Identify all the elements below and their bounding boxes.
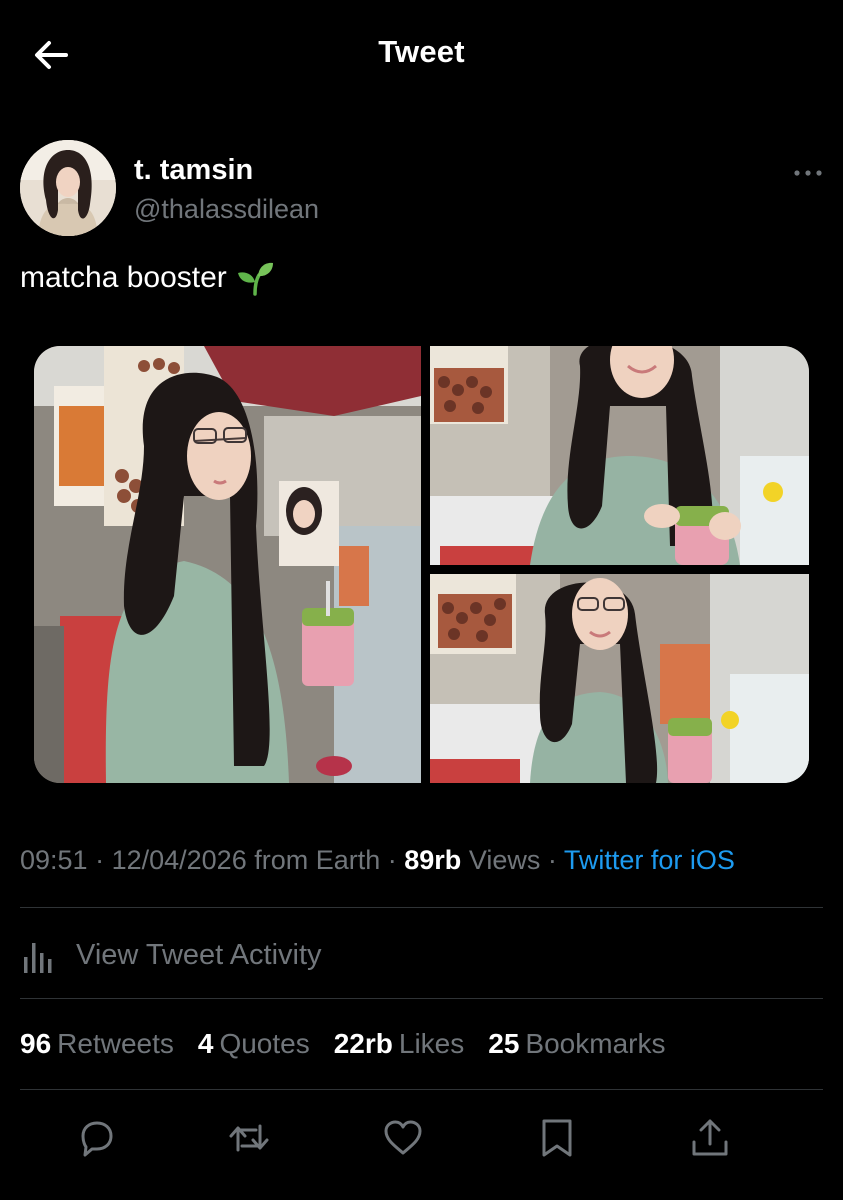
user-handle[interactable]: @thalassdilean xyxy=(134,194,319,225)
views-label: Views xyxy=(461,845,541,875)
client-link[interactable]: Twitter for iOS xyxy=(564,845,735,875)
display-name[interactable]: t. tamsin xyxy=(134,154,253,187)
bar-chart-icon xyxy=(24,943,52,973)
retweets-label: Retweets xyxy=(57,1028,174,1059)
quotes-label: Quotes xyxy=(219,1028,310,1059)
top-bar: Tweet xyxy=(0,0,843,108)
meta-separator: · xyxy=(540,845,564,875)
share-icon xyxy=(692,1119,728,1156)
views-count: 89rb xyxy=(404,845,462,875)
quotes-stat[interactable]: 4 Quotes xyxy=(198,1028,310,1060)
tweet-meta: 09:51 · 12/04/2026 from Earth · 89rb Vie… xyxy=(20,845,735,876)
tweet-author: t. tamsin @thalassdilean xyxy=(20,140,823,240)
likes-label: Likes xyxy=(398,1028,465,1059)
meta-separator: · xyxy=(380,845,405,875)
view-tweet-activity-label: View Tweet Activity xyxy=(76,938,322,971)
view-tweet-activity-button[interactable]: View Tweet Activity xyxy=(20,930,322,980)
likes-count: 22rb xyxy=(333,1028,393,1059)
page-title: Tweet xyxy=(378,34,465,69)
quotes-count: 4 xyxy=(197,1028,214,1059)
tweet-time: 09:51 xyxy=(20,845,88,875)
bookmarks-label: Bookmarks xyxy=(525,1028,666,1059)
avatar-photo xyxy=(20,140,116,236)
tweet-date: 12/04/2026 xyxy=(111,845,247,875)
photo-2[interactable] xyxy=(430,346,809,565)
reply-icon xyxy=(81,1121,113,1157)
likes-stat[interactable]: 22rb Likes xyxy=(334,1028,465,1060)
divider xyxy=(20,907,823,908)
meta-separator: · xyxy=(87,845,112,875)
bookmarks-stat[interactable]: 25 Bookmarks xyxy=(488,1028,665,1060)
divider xyxy=(20,998,823,999)
tweet-location: from Earth xyxy=(246,845,381,875)
bookmark-icon xyxy=(542,1119,572,1157)
divider xyxy=(20,1089,823,1090)
tweet-stats: 96 Retweets 4 Quotes 22rb Likes 25 Bookmarks xyxy=(20,1028,689,1060)
tweet-text-content: matcha booster xyxy=(20,261,227,294)
bookmarks-count: 25 xyxy=(488,1028,520,1059)
retweet-icon xyxy=(229,1124,269,1152)
bookmark-button[interactable] xyxy=(535,1116,579,1160)
more-horizontal-icon xyxy=(794,170,822,176)
tweet-detail-page: Tweet t. tamsin @thalassdilean matcha bo… xyxy=(0,0,843,1200)
like-button[interactable] xyxy=(381,1116,425,1160)
photo-3[interactable] xyxy=(430,574,809,783)
reply-button[interactable] xyxy=(74,1116,118,1160)
share-button[interactable] xyxy=(688,1116,732,1160)
retweets-count: 96 xyxy=(20,1028,52,1059)
retweet-button[interactable] xyxy=(227,1116,271,1160)
seedling-emoji xyxy=(237,262,273,296)
photo-1[interactable] xyxy=(34,346,421,783)
retweets-stat[interactable]: 96 Retweets xyxy=(20,1028,174,1060)
action-bar xyxy=(0,1112,843,1172)
tweet-text: matcha booster xyxy=(20,258,275,298)
avatar[interactable] xyxy=(20,140,116,236)
like-icon xyxy=(384,1120,422,1155)
more-button[interactable] xyxy=(793,166,823,180)
media-grid xyxy=(34,346,809,783)
